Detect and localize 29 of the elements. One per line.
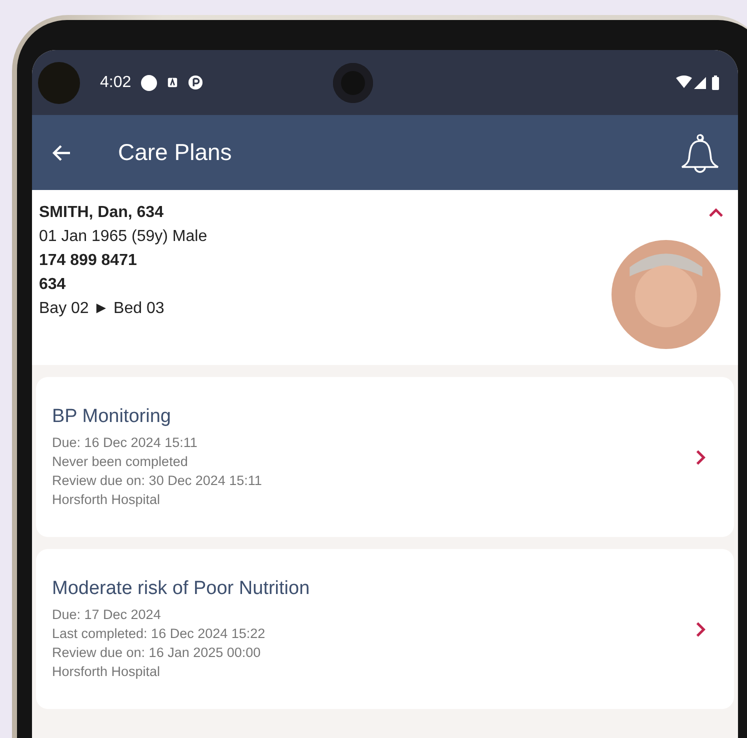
patient-details: 01 Jan 1965 (59y) Male [39, 228, 208, 246]
collapse-button[interactable] [708, 208, 724, 218]
chevron-right-icon [695, 620, 706, 638]
camera-icon [333, 62, 374, 102]
care-plan-detail: Due: 16 Dec 2024 15:11 [52, 434, 198, 452]
notification-icon [141, 74, 158, 90]
care-plan-detail: Due: 17 Dec 2024 [52, 606, 162, 624]
care-plan-detail: Last completed: 16 Dec 2024 15:22 [52, 624, 266, 642]
signal-battery-icon [676, 74, 722, 92]
care-plan-detail: Horsforth Hospital [52, 662, 162, 680]
care-plan-detail: Horsforth Hospital [52, 490, 162, 508]
camera-icon [38, 62, 80, 104]
patient-id: 634 [39, 276, 67, 294]
bed-location: Bay 02 ► Bed 03 [39, 300, 166, 318]
care-plan-detail: Never been completed [52, 452, 189, 470]
care-plan-title: BP Monitoring [52, 406, 172, 428]
notification-icon [188, 75, 204, 90]
care-plan-title: Moderate risk of Poor Nutrition [52, 578, 311, 600]
care-plan-detail: Review due on: 30 Dec 2024 15:11 [52, 472, 263, 490]
patient-name: SMITH, Dan, 634 [39, 204, 164, 222]
status-time: 4:02 [100, 74, 132, 92]
notification-icon [167, 77, 178, 88]
care-plan-card[interactable]: BP Monitoring Due: 16 Dec 2024 15:11 Never been completed Review due on: 30 Dec 2024 15:11 Horsforth Hospital [36, 377, 734, 537]
care-plan-card[interactable]: Moderate risk of Poor Nutrition Due: 17 Dec 2024 Last completed: 16 Dec 2024 15:22 Review due on: 16 Jan 2025 00:00 Horsforth Hospital [36, 549, 734, 709]
chevron-right-icon [695, 448, 706, 466]
chevron-up-icon [708, 208, 724, 218]
nhs-number: 174 899 8471 [39, 252, 138, 270]
care-plan-detail: Review due on: 16 Jan 2025 00:00 [52, 644, 262, 662]
screen-title: Care Plans [118, 139, 232, 166]
